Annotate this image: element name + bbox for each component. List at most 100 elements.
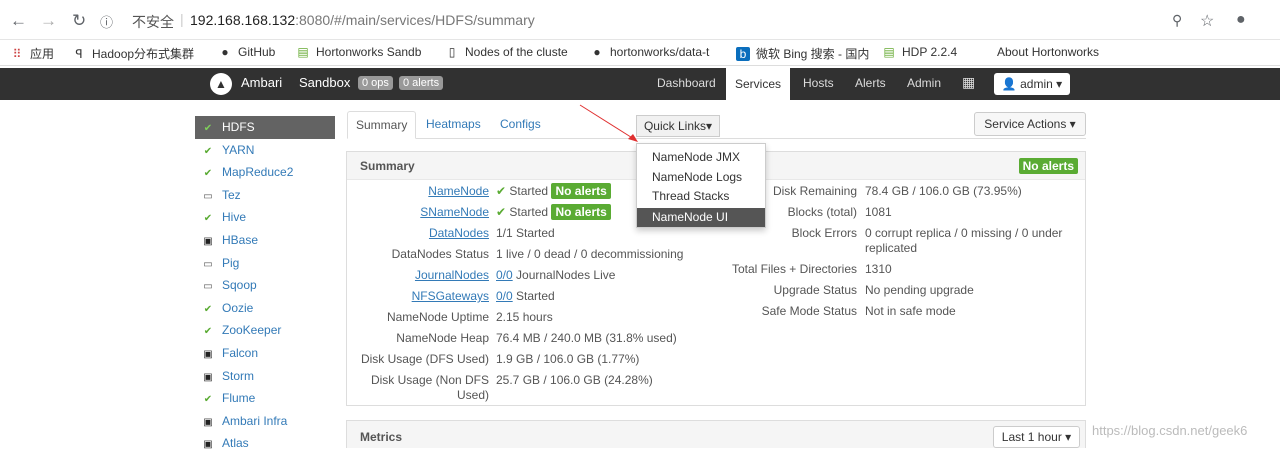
caret-down-icon: ▾ bbox=[1065, 430, 1072, 444]
watermark: https://blog.csdn.net/geek6 bbox=[1092, 423, 1248, 438]
nfsgateways-link[interactable]: NFSGateways bbox=[400, 289, 489, 303]
account-icon[interactable]: ● bbox=[1236, 11, 1246, 29]
nav-services[interactable]: Services bbox=[726, 68, 790, 100]
nav-hosts[interactable]: Hosts bbox=[803, 76, 834, 90]
ops-badge[interactable]: 0 ops bbox=[358, 76, 393, 90]
sidebar-item-tez[interactable]: ▭ Tez bbox=[195, 184, 335, 207]
no-alerts-badge[interactable]: No alerts bbox=[551, 204, 611, 220]
quick-links-menu: NameNode JMX NameNode Logs Thread Stacks… bbox=[636, 143, 766, 228]
sidebar-item-hdfs[interactable]: ✔ HDFS bbox=[195, 116, 335, 139]
info-icon[interactable]: ⓘ bbox=[100, 12, 113, 31]
cluster-name[interactable]: Sandbox bbox=[299, 75, 350, 90]
sidebar-item-oozie[interactable]: ✔ Oozie bbox=[195, 297, 335, 320]
sidebar-item-storm[interactable]: ▣ Storm bbox=[195, 365, 335, 388]
service-actions-button[interactable]: Service Actions ▾ bbox=[974, 112, 1086, 136]
sidebar-item-atlas[interactable]: ▣ Atlas bbox=[195, 432, 335, 455]
sidebar-item-label: HBase bbox=[222, 232, 259, 247]
disk-usage-non-dfs-label-2: Used) bbox=[456, 388, 489, 402]
datanodes-value: 1/1 Started bbox=[496, 226, 555, 240]
bookmark-apps[interactable]: ⠿ 应用 bbox=[10, 45, 54, 62]
sidebar-item-falcon[interactable]: ▣ Falcon bbox=[195, 342, 335, 365]
views-grid-icon[interactable]: ▦ bbox=[962, 74, 975, 91]
caret-down-icon: ▾ bbox=[1069, 117, 1076, 131]
block-errors-value-2: replicated bbox=[865, 241, 918, 255]
bookmark-nodes[interactable]: ▯ Nodes of the cluste bbox=[445, 45, 568, 59]
nav-dashboard[interactable]: Dashboard bbox=[657, 76, 716, 90]
bookmark-hdp[interactable]: ▤ HDP 2.2.4 bbox=[882, 45, 957, 59]
sidebar-item-label: Falcon bbox=[222, 345, 259, 360]
menu-item-namenode-jmx[interactable]: NameNode JMX bbox=[637, 148, 765, 168]
services-sidebar: ✔ HDFS ✔ YARN ✔ MapReduce2 ▭ Tez ✔ Hive ▣ HBase ▭ Pig… bbox=[195, 116, 335, 455]
admin-dropdown-button[interactable]: 👤 admin ▾ bbox=[994, 73, 1070, 95]
tab-heatmaps[interactable]: Heatmaps bbox=[418, 111, 489, 139]
zoom-icon[interactable]: ⚲ bbox=[1172, 12, 1182, 29]
namenode-link[interactable]: NameNode bbox=[400, 184, 489, 198]
block-errors-value-1: 0 corrupt replica / 0 missing / 0 under bbox=[865, 226, 1063, 240]
upgrade-status-value: No pending upgrade bbox=[865, 283, 974, 297]
menu-item-namenode-logs[interactable]: NameNode Logs bbox=[637, 168, 765, 188]
back-arrow-icon[interactable]: ← bbox=[10, 11, 27, 31]
forward-arrow-icon[interactable]: → bbox=[40, 11, 57, 31]
reload-icon[interactable]: ↻ bbox=[72, 11, 86, 31]
star-icon[interactable]: ☆ bbox=[1200, 11, 1214, 31]
ambari-logo-icon[interactable]: ▲ bbox=[210, 73, 232, 95]
upgrade-status-label: Upgrade Status bbox=[773, 283, 857, 297]
disk-usage-dfs-label: Disk Usage (DFS Used) bbox=[360, 352, 489, 366]
bookmark-hortonworks-data[interactable]: ● hortonworks/data-t bbox=[590, 45, 709, 59]
nav-alerts[interactable]: Alerts bbox=[855, 76, 886, 90]
snamenode-status: ✔ Started No alerts bbox=[496, 204, 611, 220]
quick-links-button[interactable]: Quick Links▾ bbox=[636, 115, 720, 137]
bookmark-about-hortonworks[interactable]: About Hortonworks bbox=[997, 45, 1099, 59]
menu-item-namenode-ui[interactable]: NameNode UI bbox=[637, 207, 765, 227]
sidebar-item-label: Pig bbox=[222, 255, 240, 270]
menu-item-thread-stacks[interactable]: Thread Stacks bbox=[637, 187, 765, 207]
check-icon: ✔ bbox=[496, 184, 507, 198]
laptop-icon: ▭ bbox=[203, 258, 213, 270]
sidebar-item-hbase[interactable]: ▣ HBase bbox=[195, 229, 335, 252]
sidebar-item-zookeeper[interactable]: ✔ ZooKeeper bbox=[195, 319, 335, 342]
annotation-arrow bbox=[579, 104, 638, 142]
tab-configs[interactable]: Configs bbox=[492, 111, 549, 139]
datanodes-status-value: 1 live / 0 dead / 0 decommissioning bbox=[496, 247, 684, 261]
disk-usage-non-dfs-label-1: Disk Usage (Non DFS bbox=[370, 373, 489, 387]
bookmark-hadoop[interactable]: ꟼ Hadoop分布式集群 bbox=[72, 45, 194, 62]
alerts-badge[interactable]: 0 alerts bbox=[399, 76, 444, 90]
url-field[interactable]: 192.168.168.132:8080/#/main/services/HDF… bbox=[190, 12, 535, 28]
browser-address-bar: ← → ↻ ⓘ 不安全 | 192.168.168.132:8080/#/mai… bbox=[0, 0, 1280, 40]
time-range-button[interactable]: Last 1 hour ▾ bbox=[993, 426, 1080, 448]
check-icon: ✔ bbox=[203, 168, 213, 180]
safe-mode-value: Not in safe mode bbox=[865, 304, 956, 318]
page-icon: ▯ bbox=[448, 45, 456, 59]
maintenance-icon: ▣ bbox=[203, 235, 213, 247]
sidebar-item-ambari-infra[interactable]: ▣ Ambari Infra bbox=[195, 410, 335, 433]
sidebar-item-yarn[interactable]: ✔ YARN bbox=[195, 139, 335, 162]
bookmark-github[interactable]: ● GitHub bbox=[218, 45, 275, 59]
sidebar-item-label: Oozie bbox=[222, 300, 254, 315]
sidebar-item-label: ZooKeeper bbox=[222, 323, 282, 338]
sidebar-item-pig[interactable]: ▭ Pig bbox=[195, 252, 335, 275]
sidebar-item-label: Sqoop bbox=[222, 278, 257, 293]
bookmark-icon: ꟼ bbox=[75, 47, 83, 61]
ambari-top-nav: ▲ Ambari Sandbox 0 ops 0 alerts Dashboar… bbox=[0, 68, 1280, 100]
bookmark-hortonworks-sandbox[interactable]: ▤ Hortonworks Sandb bbox=[296, 45, 421, 59]
sidebar-item-flume[interactable]: ✔ Flume bbox=[195, 387, 335, 410]
metrics-panel: Metrics Last 1 hour ▾ bbox=[346, 420, 1086, 448]
safe-mode-label: Safe Mode Status bbox=[761, 304, 857, 318]
bing-icon: b bbox=[736, 47, 750, 61]
check-icon: ✔ bbox=[496, 205, 507, 219]
sidebar-item-mapreduce2[interactable]: ✔ MapReduce2 bbox=[195, 161, 335, 184]
no-alerts-badge[interactable]: No alerts bbox=[551, 183, 611, 199]
sidebar-item-hive[interactable]: ✔ Hive bbox=[195, 206, 335, 229]
url-path: :8080/#/main/services/HDFS/summary bbox=[295, 12, 535, 28]
total-files-label: Total Files + Directories bbox=[731, 262, 857, 276]
sidebar-item-sqoop[interactable]: ▭ Sqoop bbox=[195, 274, 335, 297]
tab-summary[interactable]: Summary bbox=[347, 111, 417, 139]
datanodes-link[interactable]: DataNodes bbox=[400, 226, 489, 240]
app-name[interactable]: Ambari bbox=[241, 75, 282, 90]
service-no-alerts-badge[interactable]: No alerts bbox=[1018, 158, 1078, 174]
snamenode-link[interactable]: SNameNode bbox=[400, 205, 489, 219]
bookmark-icon: ▤ bbox=[883, 45, 895, 59]
journalnodes-link[interactable]: JournalNodes bbox=[400, 268, 489, 282]
nav-admin[interactable]: Admin bbox=[907, 76, 941, 90]
bookmark-bing[interactable]: b 微软 Bing 搜索 - 国内 bbox=[736, 45, 869, 62]
